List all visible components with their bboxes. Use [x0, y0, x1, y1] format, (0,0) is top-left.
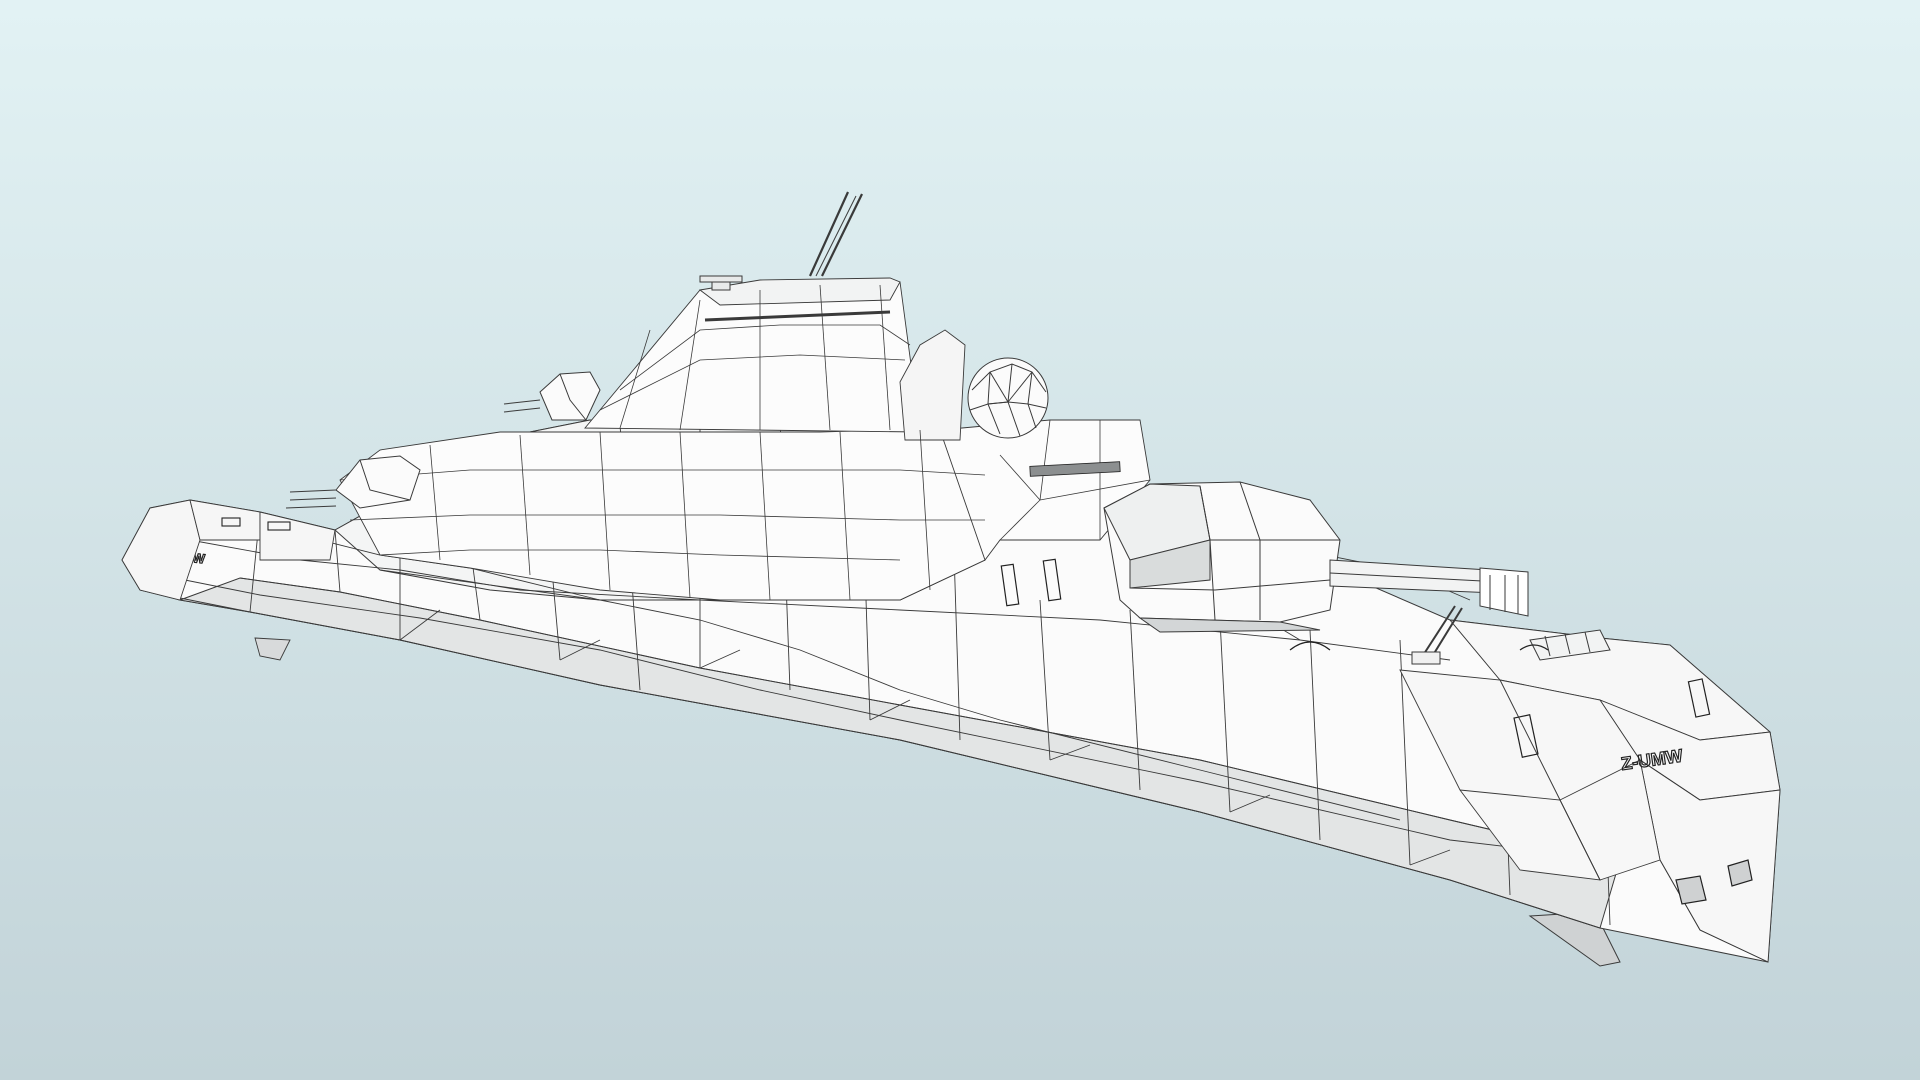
- ship-render: Z-UMW UMW: [0, 0, 1920, 1080]
- 3d-viewport[interactable]: Z-UMW UMW: [0, 0, 1920, 1080]
- radar-dome: [967, 357, 1049, 439]
